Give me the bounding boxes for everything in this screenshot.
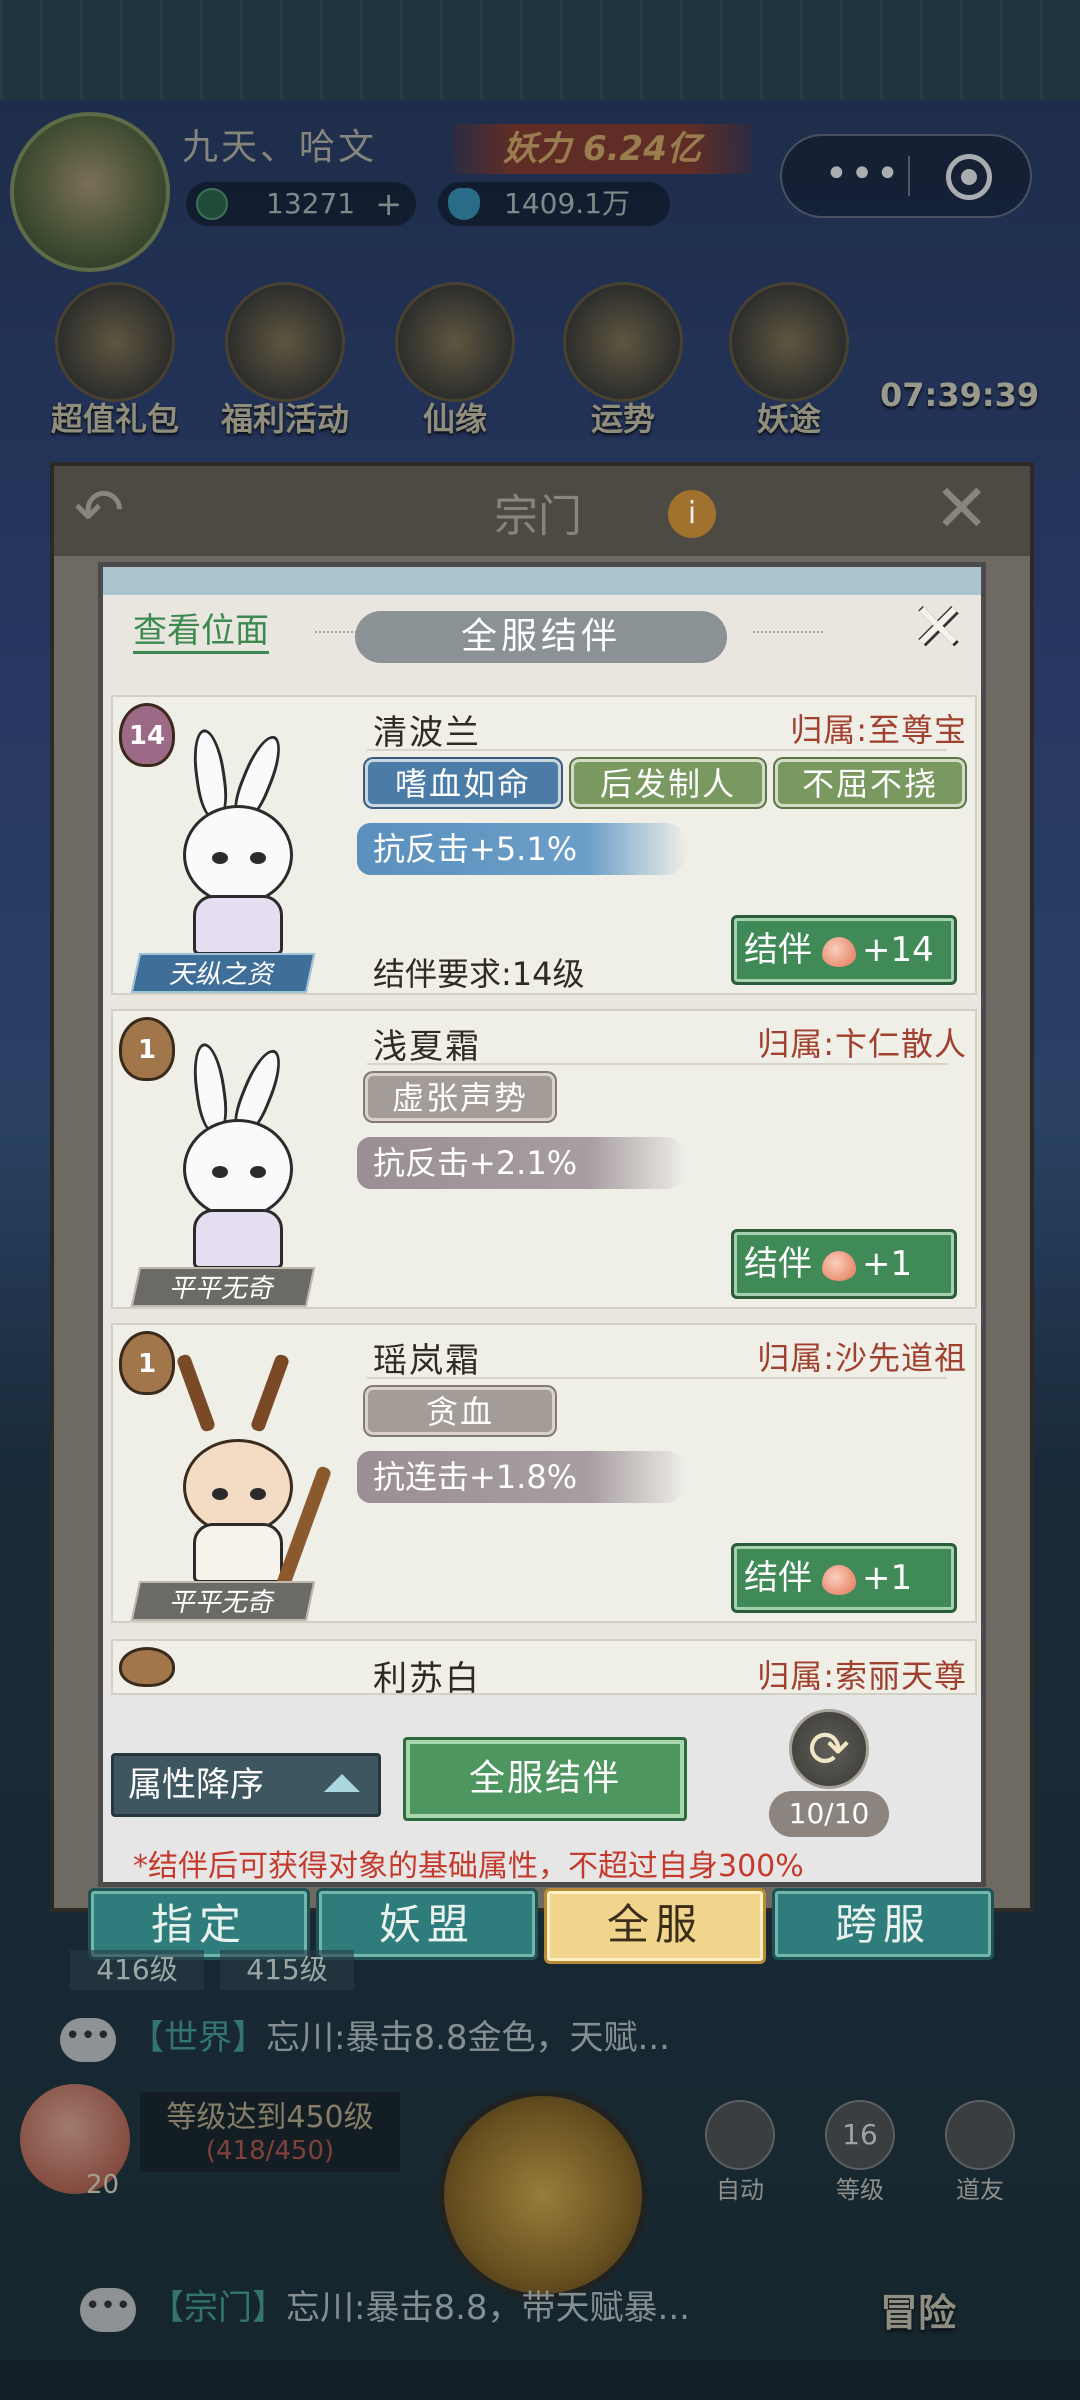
partner-name: 清波兰 xyxy=(373,713,481,753)
level-badge xyxy=(119,1647,175,1687)
tab-cross-server[interactable]: 跨服 xyxy=(772,1888,994,1960)
triangle-up-icon xyxy=(324,1774,360,1792)
partner-button-value: +14 xyxy=(862,930,934,970)
requirement: 结伴要求:14级 xyxy=(373,955,585,993)
partner-name: 瑶岚霜 xyxy=(373,1341,481,1381)
stat-bonus: 抗反击+5.1% xyxy=(357,823,687,875)
rank-level: 415级 xyxy=(220,1950,354,1990)
talent-label: 天纵之资 xyxy=(130,953,316,993)
level-badge: 1 xyxy=(119,1017,175,1081)
partner-button[interactable]: 结伴 +1 xyxy=(731,1543,957,1613)
tab-all-server[interactable]: 全服 xyxy=(544,1888,766,1964)
partner-card: 1 平平无奇 瑶岚霜 归属:沙先道祖 贪血 抗连击+1.8% 结伴 +1 xyxy=(111,1323,977,1623)
partner-button[interactable]: 结伴 +14 xyxy=(731,915,957,985)
title-divider-right xyxy=(753,631,823,633)
partner-belong: 归属:沙先道祖 xyxy=(757,1339,967,1377)
back-arrow-icon[interactable]: ↶ xyxy=(74,476,124,546)
partner-button-value: +1 xyxy=(862,1558,913,1598)
peach-icon xyxy=(822,1564,856,1595)
talent-label: 平平无奇 xyxy=(130,1267,316,1307)
dialog-bottom-bar: 属性降序 全服结伴 ⟳ 10/10 *结伴后可获得对象的基础属性，不超过自身30… xyxy=(103,1695,981,1884)
sect-title: 宗门 xyxy=(494,491,582,542)
refresh-count: 10/10 xyxy=(769,1791,889,1837)
level-badge: 1 xyxy=(119,1331,175,1395)
dialog-title: 全服结伴 xyxy=(355,611,727,663)
trait-tag: 嗜血如命 xyxy=(365,759,561,807)
stat-bonus: 抗连击+1.8% xyxy=(357,1451,687,1503)
partner-name: 利苏白 xyxy=(373,1659,481,1695)
rank-level: 416级 xyxy=(70,1950,204,1990)
partner-button-label: 结伴 xyxy=(744,930,812,970)
trait-tag: 后发制人 xyxy=(571,759,765,807)
trait-tag: 贪血 xyxy=(365,1387,555,1435)
sect-header: ↶ 宗门 i ✕ xyxy=(54,466,1030,556)
partner-dialog: 查看位面 全服结伴 ✕ 14 天纵之资 清波兰 归属:至尊宝 嗜血如命 后发制人… xyxy=(98,562,986,1887)
level-badge: 14 xyxy=(119,703,175,767)
sect-close-icon[interactable]: ✕ xyxy=(934,470,989,547)
peach-icon xyxy=(822,936,856,967)
name-divider xyxy=(367,1377,947,1379)
trait-tag: 虚张声势 xyxy=(365,1073,555,1121)
partner-card: 1 平平无奇 浅夏霜 归属:卞仁散人 虚张声势 抗反击+2.1% 结伴 +1 xyxy=(111,1009,977,1309)
partner-list[interactable]: 14 天纵之资 清波兰 归属:至尊宝 嗜血如命 后发制人 不屈不挠 抗反击+5.… xyxy=(111,695,977,1695)
partner-belong: 归属:索丽天尊 xyxy=(757,1657,967,1695)
dialog-top-border xyxy=(103,567,981,595)
partner-button[interactable]: 结伴 +1 xyxy=(731,1229,957,1299)
sort-dropdown[interactable]: 属性降序 xyxy=(111,1753,381,1817)
refresh-icon[interactable]: ⟳ xyxy=(789,1709,869,1789)
peach-icon xyxy=(822,1250,856,1281)
close-icon[interactable]: ✕ xyxy=(903,593,973,663)
all-server-partner-button[interactable]: 全服结伴 xyxy=(403,1737,687,1821)
partner-belong: 归属:至尊宝 xyxy=(790,711,967,749)
stat-bonus: 抗反击+2.1% xyxy=(357,1137,687,1189)
sort-label: 属性降序 xyxy=(128,1765,264,1805)
trait-tag: 不屈不挠 xyxy=(775,759,965,807)
partner-button-label: 结伴 xyxy=(744,1244,812,1284)
partner-name: 浅夏霜 xyxy=(373,1027,481,1067)
view-plane-link[interactable]: 查看位面 xyxy=(133,611,269,654)
partner-card: 利苏白 归属:索丽天尊 xyxy=(111,1639,977,1695)
info-icon[interactable]: i xyxy=(668,490,716,538)
name-divider xyxy=(367,749,947,751)
name-divider xyxy=(367,1063,947,1065)
partner-button-label: 结伴 xyxy=(744,1558,812,1598)
partner-card: 14 天纵之资 清波兰 归属:至尊宝 嗜血如命 后发制人 不屈不挠 抗反击+5.… xyxy=(111,695,977,995)
partner-button-value: +1 xyxy=(862,1244,913,1284)
talent-label: 平平无奇 xyxy=(130,1581,316,1621)
partner-belong: 归属:卞仁散人 xyxy=(757,1025,967,1063)
partner-note: *结伴后可获得对象的基础属性，不超过自身300% xyxy=(133,1849,804,1884)
